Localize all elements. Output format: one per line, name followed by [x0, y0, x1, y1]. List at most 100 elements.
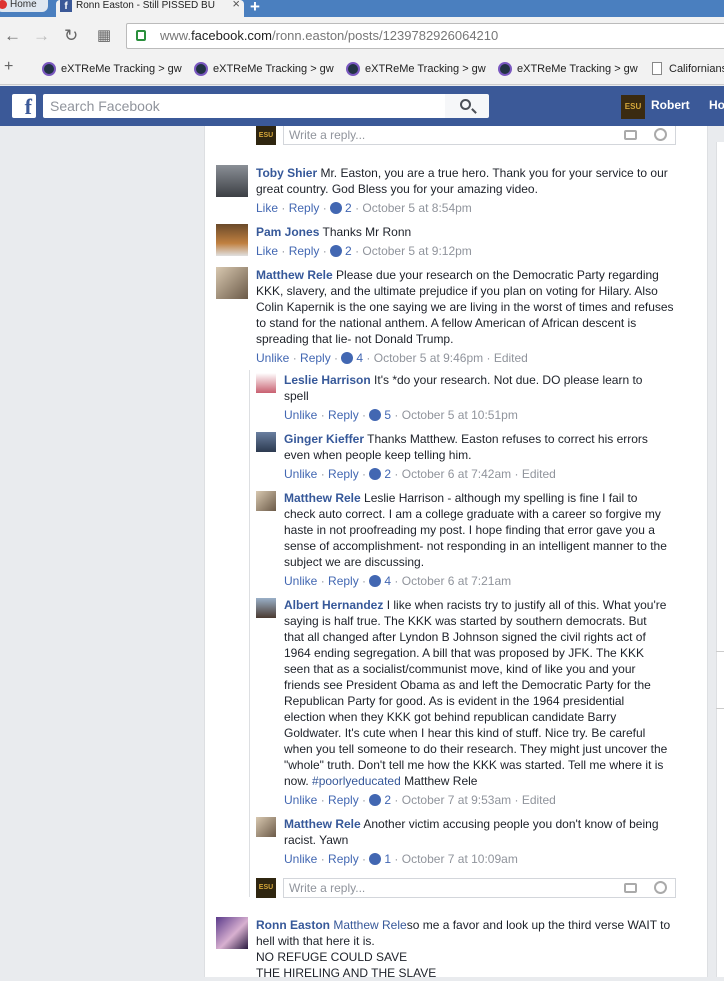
close-tab-icon[interactable]: × [232, 0, 240, 10]
reply-input[interactable]: Write a reply... [283, 878, 676, 898]
avatar[interactable] [256, 817, 276, 837]
bookmark-item[interactable]: Californians [650, 62, 724, 75]
reply-body: I like when racists try to justify all o… [284, 598, 668, 788]
reply-link[interactable]: Reply [289, 201, 320, 215]
timestamp[interactable]: October 5 at 9:12pm [362, 244, 471, 258]
close-icon[interactable] [0, 0, 7, 9]
commenter-name[interactable]: Matthew Rele [284, 817, 361, 831]
like-count[interactable]: 2 [384, 793, 391, 807]
unlike-link[interactable]: Unlike [256, 351, 289, 365]
like-count[interactable]: 4 [384, 574, 391, 588]
camera-icon[interactable] [624, 130, 637, 140]
avatar[interactable] [256, 491, 276, 511]
timestamp[interactable]: October 6 at 7:42am [402, 467, 511, 481]
avatar[interactable] [216, 165, 248, 197]
commenter-name[interactable]: Ronn Easton [256, 918, 330, 932]
bookmark-label: Californians [669, 63, 724, 75]
facebook-logo-icon[interactable]: f [12, 94, 36, 119]
like-link[interactable]: Like [256, 244, 278, 258]
search-input[interactable] [43, 94, 445, 118]
avatar[interactable] [216, 267, 248, 299]
commenter-name[interactable]: Albert Hernandez [284, 598, 383, 612]
comment-text: Pam Jones Thanks Mr Ronn [256, 224, 676, 240]
commenter-name[interactable]: Toby Shier [256, 166, 317, 180]
reply-placeholder: Write a reply... [289, 128, 366, 142]
timestamp[interactable]: October 5 at 10:51pm [402, 408, 518, 422]
reply-link[interactable]: Reply [300, 351, 331, 365]
reply-link[interactable]: Reply [328, 852, 359, 866]
add-bookmark-icon[interactable]: + [4, 58, 13, 76]
like-count[interactable]: 5 [384, 408, 391, 422]
divider [716, 651, 724, 652]
avatar[interactable] [256, 432, 276, 452]
new-tab-icon[interactable]: + [250, 0, 260, 17]
reply-link[interactable]: Reply [328, 793, 359, 807]
edited-label[interactable]: Edited [522, 793, 556, 807]
back-arrow-icon[interactable]: ← [4, 26, 21, 46]
reply-link[interactable]: Reply [328, 574, 359, 588]
reply-actions: Unlike · Reply · 1 · October 7 at 10:09a… [284, 852, 518, 866]
page-icon [652, 62, 662, 75]
timestamp[interactable]: October 7 at 9:53am [402, 793, 511, 807]
like-count[interactable]: 1 [384, 852, 391, 866]
avatar[interactable] [216, 917, 248, 949]
timestamp[interactable]: October 5 at 8:54pm [362, 201, 471, 215]
avatar[interactable] [256, 598, 276, 618]
mention-link[interactable]: Matthew Rele [330, 918, 406, 932]
apps-grid-icon[interactable]: ▦ [97, 26, 111, 44]
timestamp[interactable]: October 7 at 10:09am [402, 852, 518, 866]
reload-icon[interactable]: ↻ [64, 26, 78, 46]
extreme-tracking-icon [194, 62, 208, 76]
unlike-link[interactable]: Unlike [284, 467, 317, 481]
camera-icon[interactable] [624, 883, 637, 893]
thread-line [249, 370, 250, 897]
profile-link[interactable]: Robert [651, 98, 690, 112]
bookmark-item[interactable]: eXTReMe Tracking > gw [194, 62, 334, 76]
tab-active[interactable]: f Ronn Easton - Still PISSED BU × [56, 0, 244, 17]
avatar[interactable]: ESU [621, 95, 645, 119]
edited-label[interactable]: Edited [494, 351, 528, 365]
comment-body-line: THE HIRELING AND THE SLAVE [256, 966, 437, 980]
bookmark-item[interactable]: eXTReMe Tracking > gw [346, 62, 486, 76]
unlike-link[interactable]: Unlike [284, 793, 317, 807]
commenter-name[interactable]: Ginger Kieffer [284, 432, 364, 446]
timestamp[interactable]: October 5 at 9:46pm [374, 351, 483, 365]
like-count[interactable]: 2 [345, 244, 352, 258]
hashtag-link[interactable]: #poorlyeducated [312, 774, 401, 788]
avatar[interactable] [216, 224, 248, 256]
unlike-link[interactable]: Unlike [284, 852, 317, 866]
timestamp[interactable]: October 6 at 7:21am [402, 574, 511, 588]
commenter-name[interactable]: Leslie Harrison [284, 373, 371, 387]
emoji-icon[interactable] [654, 881, 667, 894]
edited-label[interactable]: Edited [522, 467, 556, 481]
home-link[interactable]: Ho [709, 98, 724, 112]
avatar[interactable] [256, 373, 276, 393]
unlike-link[interactable]: Unlike [284, 574, 317, 588]
commenter-name[interactable]: Matthew Rele [284, 491, 361, 505]
reply-actions: Unlike · Reply · 2 · October 6 at 7:42am… [284, 467, 556, 481]
reply-input[interactable]: Write a reply... [283, 126, 676, 145]
like-count[interactable]: 2 [345, 201, 352, 215]
forward-arrow-icon[interactable]: → [33, 26, 50, 46]
like-count-icon [369, 468, 382, 480]
search-button[interactable] [445, 94, 489, 118]
like-count[interactable]: 4 [356, 351, 363, 365]
bookmark-label: eXTReMe Tracking > gw [517, 63, 638, 75]
bookmark-item[interactable]: eXTReMe Tracking > gw [498, 62, 638, 76]
unlike-link[interactable]: Unlike [284, 408, 317, 422]
comment-actions: Unlike · Reply · 4 · October 5 at 9:46pm… [256, 351, 528, 365]
reply-text: Ginger Kieffer Thanks Matthew. Easton re… [284, 431, 668, 463]
tab-label: Home [10, 0, 37, 10]
like-count[interactable]: 2 [384, 467, 391, 481]
reply-link[interactable]: Reply [328, 408, 359, 422]
reply-link[interactable]: Reply [328, 467, 359, 481]
bookmark-item[interactable]: eXTReMe Tracking > gw [42, 62, 182, 76]
emoji-icon[interactable] [654, 128, 667, 141]
reply-link[interactable]: Reply [289, 244, 320, 258]
address-bar[interactable]: www.facebook.com/ronn.easton/posts/12397… [126, 23, 724, 49]
tab-home[interactable]: Home [0, 0, 48, 12]
like-link[interactable]: Like [256, 201, 278, 215]
commenter-name[interactable]: Matthew Rele [256, 268, 333, 282]
lock-icon [136, 30, 146, 41]
commenter-name[interactable]: Pam Jones [256, 225, 319, 239]
